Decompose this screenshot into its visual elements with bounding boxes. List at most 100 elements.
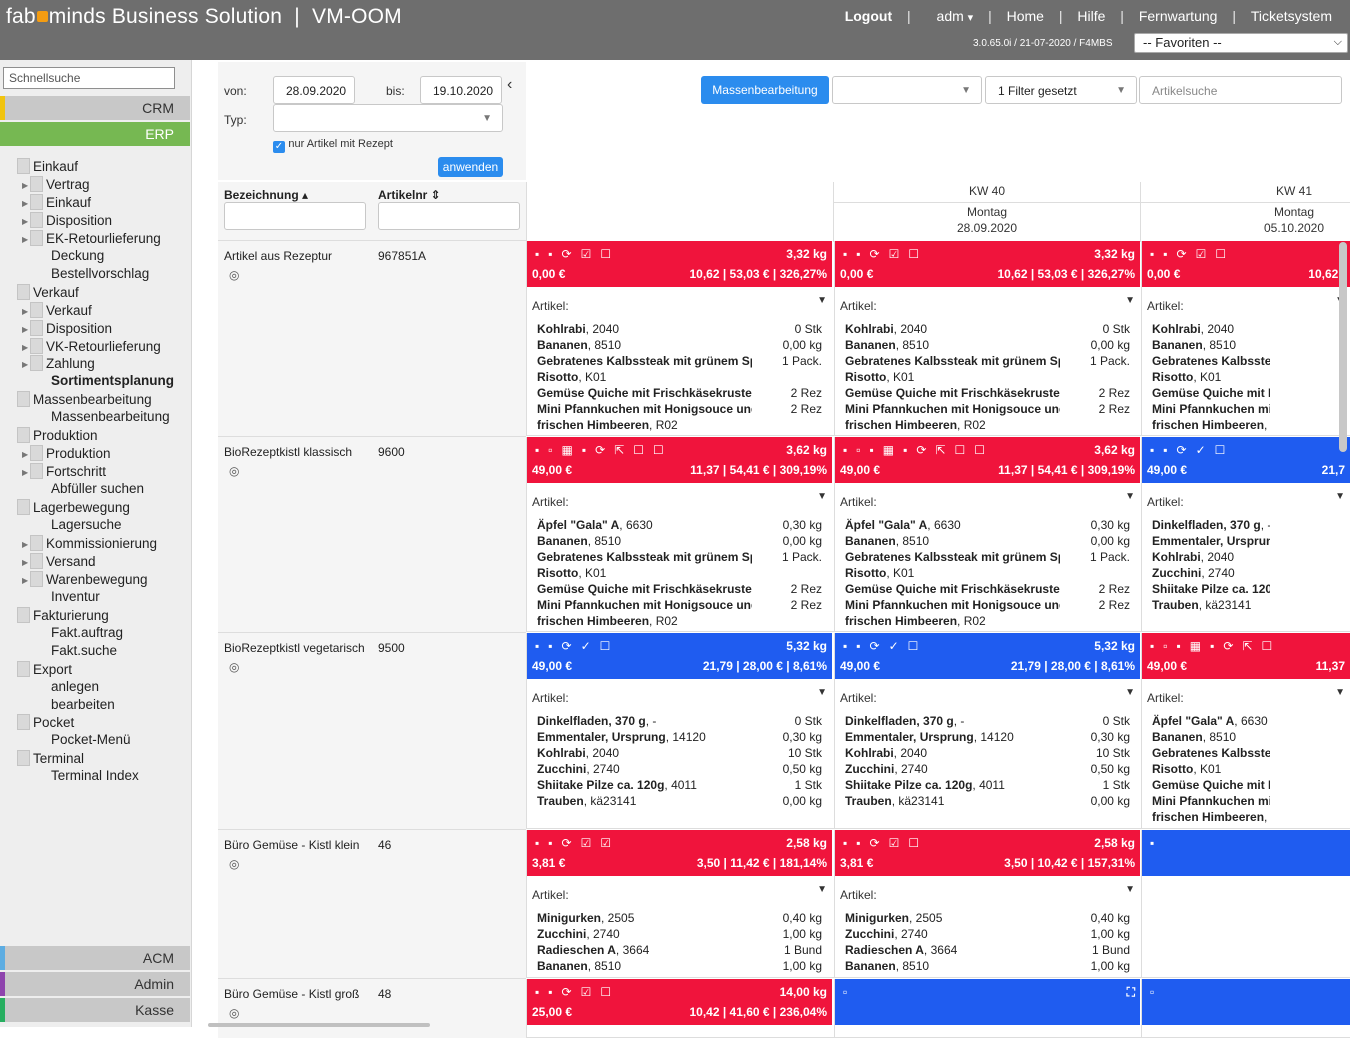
chevron-down-icon[interactable]: ▼ bbox=[817, 687, 827, 698]
filter-select[interactable]: 1 Filter gesetzt▼ bbox=[985, 76, 1137, 104]
tree-item[interactable]: ▶Versand bbox=[22, 553, 96, 571]
cell-action-icons[interactable]: ▪▫▪▦▪⟳⇱☐ bbox=[1150, 639, 1281, 653]
name-filter-input[interactable] bbox=[224, 202, 366, 230]
eye-slash-icon[interactable]: ◎ bbox=[229, 857, 239, 871]
eye-slash-icon[interactable]: ◎ bbox=[229, 268, 239, 282]
tree-item[interactable]: Einkauf bbox=[17, 158, 78, 176]
tree-item[interactable]: Produktion bbox=[17, 427, 98, 445]
help-link[interactable]: Hilfe bbox=[1077, 8, 1105, 24]
module-erp[interactable]: ERP bbox=[0, 122, 190, 146]
chevron-down-icon[interactable]: ▼ bbox=[1125, 687, 1135, 698]
cell-action-icons[interactable]: ▪▪⟳✓☐ bbox=[843, 639, 927, 653]
chevron-down-icon[interactable]: ▼ bbox=[817, 491, 827, 502]
tree-item[interactable]: Fakt.auftrag bbox=[51, 625, 123, 643]
article-search-input[interactable]: Artikelsuche bbox=[1139, 76, 1342, 104]
cell-action-icons[interactable]: ▪▪⟳☑☑ bbox=[535, 836, 620, 850]
apply-button[interactable]: anwenden bbox=[438, 157, 503, 177]
tree-item[interactable]: Massenbearbeitung bbox=[51, 409, 170, 427]
type-select[interactable]: ▼ bbox=[273, 104, 503, 132]
chevron-down-icon[interactable]: ▼ bbox=[817, 884, 827, 895]
tree-item[interactable]: Verkauf bbox=[17, 284, 79, 302]
tree-item[interactable]: Lagerbewegung bbox=[17, 499, 130, 517]
tree-item[interactable]: anlegen bbox=[51, 679, 99, 697]
cell-action-icons[interactable]: ▪▪⟳✓☐ bbox=[535, 639, 619, 653]
eye-slash-icon[interactable]: ◎ bbox=[229, 660, 239, 674]
module-acm[interactable]: ACM bbox=[0, 946, 190, 970]
column-number-header[interactable]: Artikelnr ⇕ bbox=[378, 188, 441, 202]
table-row[interactable]: Büro Gemüse - Kistl groß48◎ bbox=[218, 978, 526, 1038]
module-crm[interactable]: CRM bbox=[0, 96, 190, 120]
table-row[interactable]: Artikel aus Rezeptur967851A◎ bbox=[218, 240, 526, 436]
collapse-panel-icon[interactable]: ‹ bbox=[507, 76, 512, 94]
to-date-input[interactable]: 19.10.2020 bbox=[420, 76, 502, 104]
remote-maintenance-link[interactable]: Fernwartung bbox=[1139, 8, 1218, 24]
column-name-header[interactable]: Bezeichnung ▴ bbox=[224, 188, 308, 202]
tree-item[interactable]: ▶EK-Retourlieferung bbox=[22, 230, 161, 248]
horizontal-scrollbar[interactable] bbox=[208, 1023, 430, 1027]
chevron-down-icon[interactable]: ▼ bbox=[1125, 295, 1135, 306]
chevron-down-icon[interactable]: ▼ bbox=[1335, 687, 1345, 698]
tree-item[interactable]: ▶Disposition bbox=[22, 212, 112, 230]
cell-action-icons[interactable]: ▪▫▦▪⟳⇱☐☐ bbox=[535, 443, 673, 457]
tree-item[interactable]: Lagersuche bbox=[51, 517, 122, 535]
tree-item[interactable]: ▶Einkauf bbox=[22, 194, 91, 212]
table-row[interactable]: BioRezeptkistl klassisch9600◎ bbox=[218, 436, 526, 632]
tree-item[interactable]: ▶Fortschritt bbox=[22, 463, 106, 481]
module-kasse[interactable]: Kasse bbox=[0, 998, 190, 1022]
tree-item[interactable]: Pocket-Menü bbox=[51, 732, 131, 750]
chevron-down-icon[interactable]: ▼ bbox=[1125, 491, 1135, 502]
tree-item[interactable]: ▶Disposition bbox=[22, 320, 112, 338]
home-link[interactable]: Home bbox=[1007, 8, 1044, 24]
tree-item[interactable]: Fakt.suche bbox=[51, 643, 117, 661]
tree-item[interactable]: ▶Verkauf bbox=[22, 302, 92, 320]
number-filter-input[interactable] bbox=[378, 202, 520, 230]
ticket-system-link[interactable]: Ticketsystem bbox=[1251, 8, 1332, 24]
tree-item[interactable]: Inventur bbox=[51, 589, 100, 607]
eye-slash-icon[interactable]: ◎ bbox=[229, 464, 239, 478]
tree-item[interactable]: Terminal bbox=[17, 750, 84, 768]
tree-item[interactable]: Massenbearbeitung bbox=[17, 391, 152, 409]
tree-item[interactable]: Sortimentsplanung bbox=[51, 373, 174, 391]
tree-item[interactable]: Fakturierung bbox=[17, 607, 109, 625]
table-row[interactable]: BioRezeptkistl vegetarisch9500◎ bbox=[218, 632, 526, 829]
cell-action-icons[interactable]: ▪▪⟳☑☐ bbox=[1150, 247, 1235, 261]
cell-action-icons[interactable]: ▫ bbox=[843, 985, 856, 999]
tree-item[interactable]: Terminal Index bbox=[51, 768, 139, 786]
vertical-scrollbar[interactable] bbox=[1339, 242, 1347, 452]
tree-item[interactable]: Pocket bbox=[17, 714, 74, 732]
cell-action-icons[interactable]: ▪▪⟳☑☐ bbox=[535, 247, 620, 261]
tree-item[interactable]: Deckung bbox=[51, 248, 104, 266]
tree-item[interactable]: ▶VK-Retourlieferung bbox=[22, 338, 161, 356]
cell-action-icons[interactable]: ▪ bbox=[1150, 836, 1163, 850]
tree-item[interactable]: Abfüller suchen bbox=[51, 481, 144, 499]
bulk-action-select[interactable]: ▼ bbox=[832, 76, 982, 104]
mass-edit-button[interactable]: Massenbearbeitung bbox=[701, 76, 829, 104]
quick-search-input[interactable]: Schnellsuche bbox=[3, 67, 175, 89]
cell-action-icons[interactable]: ▫ bbox=[1150, 985, 1163, 999]
eye-slash-icon[interactable]: ◎ bbox=[229, 1006, 239, 1020]
cell-action-icons[interactable]: ▪▪⟳☑☐ bbox=[843, 247, 928, 261]
chevron-down-icon[interactable]: ▼ bbox=[1125, 884, 1135, 895]
tree-item[interactable]: ▶Warenbewegung bbox=[22, 571, 148, 589]
logout-link[interactable]: Logout bbox=[845, 8, 892, 24]
chevron-down-icon[interactable]: ▼ bbox=[1335, 491, 1345, 502]
cell-action-icons[interactable]: ▪▪⟳☑☐ bbox=[535, 985, 620, 999]
tree-item[interactable]: bearbeiten bbox=[51, 697, 115, 715]
user-menu[interactable]: adm ▾ bbox=[926, 8, 974, 24]
from-date-input[interactable]: 28.09.2020 bbox=[273, 76, 355, 104]
tree-item-label: Warenbewegung bbox=[46, 572, 148, 587]
table-row[interactable]: Büro Gemüse - Kistl klein46◎ bbox=[218, 829, 526, 978]
tree-item[interactable]: ▶Vertrag bbox=[22, 176, 90, 194]
tree-item[interactable]: ▶Kommissionierung bbox=[22, 535, 157, 553]
cell-action-icons[interactable]: ▪▪⟳☑☐ bbox=[843, 836, 928, 850]
tree-item[interactable]: ▶Zahlung bbox=[22, 355, 95, 373]
tree-item[interactable]: ▶Produktion bbox=[22, 445, 111, 463]
tree-item[interactable]: Export bbox=[17, 661, 72, 679]
favorites-select[interactable]: -- Favoriten -- ⌵ bbox=[1134, 33, 1348, 53]
module-admin[interactable]: Admin bbox=[0, 972, 190, 996]
cell-action-icons[interactable]: ▪▪⟳✓☐ bbox=[1150, 443, 1234, 457]
chevron-down-icon[interactable]: ▼ bbox=[817, 295, 827, 306]
tree-item[interactable]: Bestellvorschlag bbox=[51, 266, 149, 284]
recipe-only-checkbox[interactable]: ✓ nur Artikel mit Rezept bbox=[273, 136, 393, 153]
cell-action-icons[interactable]: ▪▫▪▦▪⟳⇱☐☐ bbox=[843, 443, 994, 457]
